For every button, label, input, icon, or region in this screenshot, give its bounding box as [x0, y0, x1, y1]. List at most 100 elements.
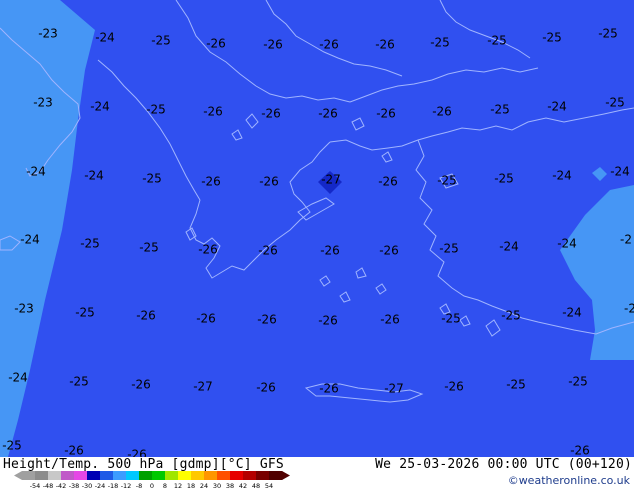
colorbar-tick-label: 24: [200, 482, 208, 490]
temperature-label: -26: [376, 107, 396, 121]
temperature-label: -25: [437, 174, 457, 188]
colorbar-tick-label: -24: [95, 482, 106, 490]
temperature-label: -26: [378, 175, 398, 189]
colorbar-segment: [217, 471, 231, 480]
temperature-label: -25: [439, 242, 459, 256]
colorbar-tick-label: 38: [226, 482, 234, 490]
temperature-label: -24: [552, 169, 572, 183]
colorbar-segment: [61, 471, 75, 480]
temperature-label: -26: [319, 382, 339, 396]
temperature-label: -25: [487, 34, 507, 48]
temperature-label: -24: [562, 306, 582, 320]
temperature-label: -26: [257, 313, 277, 327]
colorbar-segment: [22, 471, 36, 480]
colorbar-tick-label: 18: [187, 482, 195, 490]
temperature-label: -25: [151, 34, 171, 48]
colorbar-segment: [230, 471, 244, 480]
temperature-label: -27: [193, 380, 213, 394]
temperature-label: -25: [506, 378, 526, 392]
colorbar-tick-label: -8: [136, 482, 142, 490]
temperature-label: -23: [33, 96, 53, 110]
temperature-label: -26: [256, 381, 276, 395]
colorbar-segment: [126, 471, 140, 480]
colorbar-segment: [35, 471, 49, 480]
temperature-label: -26: [127, 448, 147, 458]
temperature-label: -27: [321, 173, 341, 187]
run-time: We 25-03-2026 00:00 UTC (00+120): [375, 457, 632, 472]
temperature-label: -24: [610, 165, 630, 179]
temperature-label: -26: [203, 105, 223, 119]
temperature-label: -24: [90, 100, 110, 114]
colorbar-legend: -54 -48 -42 -38 -30 -24 -18 -12 -8 0 8 12 18 24 30 38 42…: [14, 471, 290, 490]
colorbar-arrow-right: [282, 471, 290, 480]
temperature-label: -26: [196, 312, 216, 326]
temperature-label: -25: [142, 172, 162, 186]
temperature-label: -24: [8, 371, 28, 385]
temperature-label: -26: [131, 378, 151, 392]
temperature-label: -26: [64, 444, 84, 458]
temperature-label: -2: [620, 233, 632, 247]
temperature-label: -24: [20, 233, 40, 247]
temperature-label: -25: [75, 306, 95, 320]
temperature-label: -26: [380, 313, 400, 327]
temperature-label: -2: [624, 302, 634, 316]
colorbar-tick-label: 48: [252, 482, 260, 490]
colorbar-tick-label: 42: [239, 482, 247, 490]
colorbar-tick-label: -42: [56, 482, 67, 490]
colorbar-tick-label: 0: [150, 482, 154, 490]
colorbar-segment: [87, 471, 101, 480]
temperature-label: -24: [499, 240, 519, 254]
colorbar-segment: [100, 471, 114, 480]
temperature-label: -26: [258, 244, 278, 258]
temperature-label: -25: [598, 27, 618, 41]
colorbar-tick-label: -38: [69, 482, 80, 490]
colorbar-segment: [204, 471, 218, 480]
colorbar-tick-label: -18: [108, 482, 119, 490]
credit-link[interactable]: ©weatheronline.co.uk: [508, 474, 630, 488]
temperature-label: -24: [547, 100, 567, 114]
weather-map: -23 -24 -25 -26 -26 -26 -26 -25 -25 -25 -25 -23 -24 -…: [0, 0, 634, 457]
colorbar-tick-label: 54: [265, 482, 273, 490]
colorbar-segment: [269, 471, 283, 480]
colorbar-segment: [243, 471, 257, 480]
temperature-label: -26: [379, 244, 399, 258]
colorbar-tick-label: 8: [163, 482, 167, 490]
temperature-label: -23: [14, 302, 34, 316]
colorbar-tick-label: 12: [174, 482, 182, 490]
temperature-label: -25: [490, 103, 510, 117]
temperature-label: -25: [501, 309, 521, 323]
colorbar-tick-label: -54: [30, 482, 41, 490]
temperature-label: -25: [430, 36, 450, 50]
temperature-label: -26: [318, 314, 338, 328]
temperature-label: -23: [38, 27, 58, 41]
temperature-label: -26: [263, 38, 283, 52]
colorbar-segment: [256, 471, 270, 480]
colorbar-segment: [139, 471, 153, 480]
map-background: [0, 0, 634, 457]
temperature-label: -24: [95, 31, 115, 45]
colorbar-tick-label: 30: [213, 482, 221, 490]
temperature-label: -25: [2, 439, 22, 453]
colorbar-segment: [113, 471, 127, 480]
colorbar-tick-label: -48: [43, 482, 54, 490]
colorbar-segment: [74, 471, 88, 480]
temperature-label: -27: [384, 382, 404, 396]
temperature-label: -26: [444, 380, 464, 394]
temperature-label: -26: [201, 175, 221, 189]
colorbar-segment: [165, 471, 179, 480]
temperature-label: -25: [80, 237, 100, 251]
temperature-label: -25: [441, 312, 461, 326]
colorbar-segment: [178, 471, 192, 480]
temperature-label: -26: [319, 38, 339, 52]
temperature-label: -24: [84, 169, 104, 183]
temperature-label: -26: [375, 38, 395, 52]
temperature-label: -24: [557, 237, 577, 251]
colorbar-segment: [48, 471, 62, 480]
colorbar-segment: [191, 471, 205, 480]
temperature-label: -26: [320, 244, 340, 258]
temperature-label: -26: [259, 175, 279, 189]
colorbar-arrow-left: [14, 471, 22, 480]
temperature-label: -26: [570, 444, 590, 458]
colorbar-segment: [152, 471, 166, 480]
temperature-label: -25: [69, 375, 89, 389]
